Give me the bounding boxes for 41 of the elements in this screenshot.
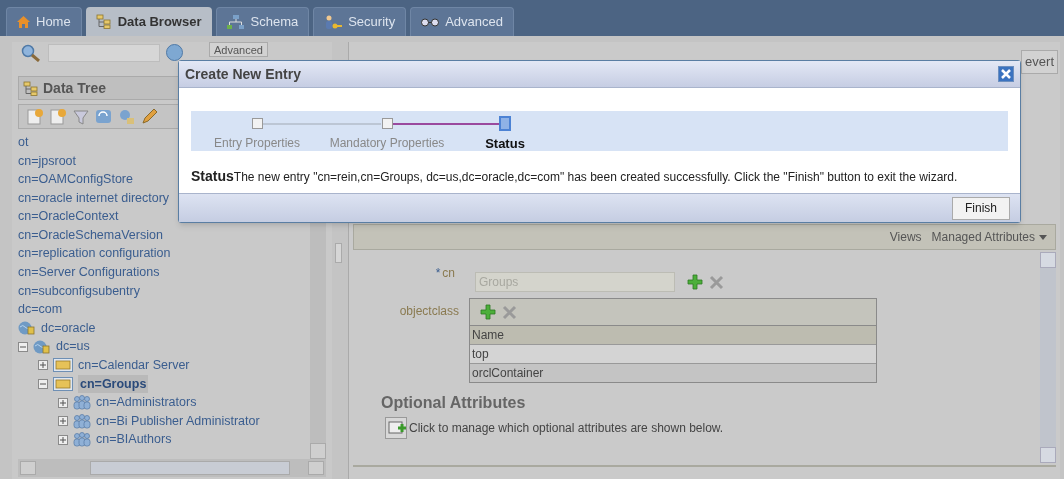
finish-button[interactable]: Finish	[952, 196, 1010, 220]
tab[interactable]: Data Browser	[85, 7, 212, 36]
table-row[interactable]: orclContainer	[470, 363, 876, 382]
tree-item[interactable]: cn=oracle internet directory	[18, 188, 170, 208]
table-row[interactable]: top	[470, 344, 876, 363]
tree-item[interactable]: cn=BIAuthors	[96, 430, 172, 450]
tree-item[interactable]: cn=OracleSchemaVersion	[18, 225, 163, 245]
step-label[interactable]: Mandatory Properties	[329, 134, 445, 152]
tree-item[interactable]: cn=OracleContext	[18, 207, 119, 227]
status-message: StatusThe new entry "cn=rein,cn=Groups, dc=us,dc=oracle,dc=com" has been created successfully. Click the "Finish" button to exit the wizard.	[191, 170, 958, 184]
tree-item[interactable]: dc=com	[18, 300, 63, 319]
tab[interactable]: Advanced	[410, 7, 514, 36]
views-label: Views	[889, 229, 922, 246]
step-label[interactable]: Entry Properties	[214, 134, 301, 152]
tree-item[interactable]: dc=us	[56, 337, 90, 357]
field-label: objectclass	[399, 303, 459, 320]
tab[interactable]: Schema	[215, 7, 310, 36]
tree-item[interactable]: cn=jpsroot	[18, 151, 77, 171]
required-mark: *	[435, 265, 441, 282]
tree-item[interactable]: ot	[18, 132, 29, 152]
tree-item[interactable]: cn=Administrators	[96, 393, 197, 412]
tree-item[interactable]: dc=oracle	[41, 318, 96, 338]
step-label[interactable]: Status	[485, 134, 525, 154]
tree-item[interactable]: cn=Server Configurations	[18, 263, 160, 282]
dialog-title: Create New Entry	[185, 64, 301, 84]
tree-item[interactable]: cn=Calendar Server	[78, 356, 190, 375]
tree-item[interactable]: cn=Bi Publisher Administrator	[96, 411, 260, 431]
views-menu[interactable]: Managed Attributes	[931, 228, 1047, 246]
tree-item[interactable]: cn=Groups	[78, 374, 149, 394]
tree-item[interactable]: cn=replication configuration	[18, 244, 171, 264]
column-header: Name	[470, 325, 876, 344]
panel-title: Data Tree	[43, 78, 107, 98]
field-label: cn	[442, 265, 455, 282]
tab[interactable]: Home	[6, 7, 82, 36]
hint-text: Click to manage which optional attributes are shown below.	[409, 420, 724, 437]
advanced-button[interactable]: Advanced	[209, 42, 268, 57]
tree-item[interactable]: cn=subconfigsubentry	[18, 281, 140, 301]
section-title: Optional Attributes	[381, 393, 527, 413]
revert-button[interactable]: evert	[1021, 50, 1058, 74]
tree-item[interactable]: cn=OAMConfigStore	[18, 170, 133, 189]
tab[interactable]: Security	[313, 7, 407, 36]
